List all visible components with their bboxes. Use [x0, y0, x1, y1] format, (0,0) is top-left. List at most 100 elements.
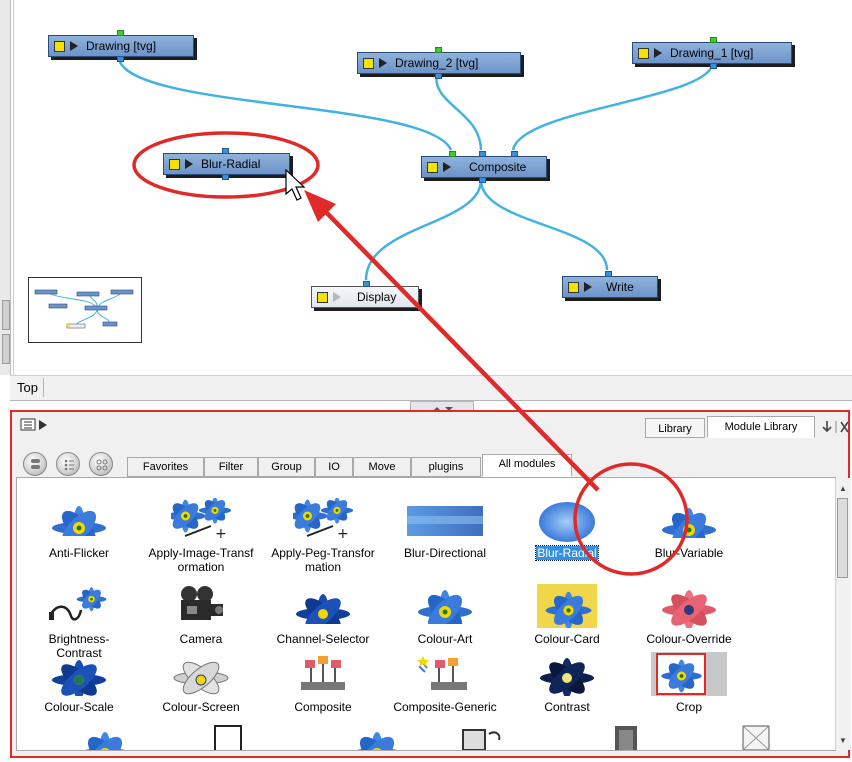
play-arrow-icon [333, 292, 341, 302]
module-apply-peg-transformation[interactable]: + Apply-Peg-Transfor mation [269, 498, 377, 574]
view-mode-icons-list[interactable] [56, 452, 80, 476]
contrast-icon [540, 658, 594, 696]
module-colour-override[interactable]: Colour-Override [635, 584, 743, 646]
module-anti-flicker[interactable]: Anti-Flicker [25, 498, 133, 560]
module-contrast[interactable]: Contrast [513, 652, 621, 714]
navigator-minimap[interactable] [28, 277, 142, 343]
play-arrow-icon [379, 58, 387, 68]
port-in[interactable] [222, 148, 229, 154]
module-brightness-contrast[interactable]: Brightness-Contrast [25, 584, 133, 660]
view-tab-top[interactable]: Top [12, 378, 44, 397]
module-label: Colour-Screen [162, 700, 240, 714]
module-label: Composite [294, 700, 352, 714]
partial-module-icon [350, 731, 404, 750]
module-apply-image-transformation[interactable]: + Apply-Image-Transf ormation [147, 498, 255, 574]
module-camera[interactable]: Camera [147, 584, 255, 646]
anti-flicker-icon [49, 505, 109, 542]
tab-favorites[interactable]: Favorites [127, 457, 204, 477]
node-drawing[interactable]: Drawing [tvg] [48, 30, 194, 62]
panel-menu-icon[interactable] [20, 418, 54, 432]
module-blur-radial[interactable]: Blur-Radial [513, 498, 621, 561]
scroll-up-icon[interactable]: ▲ [838, 484, 848, 494]
port-in[interactable] [117, 30, 124, 36]
port-out[interactable] [479, 177, 486, 183]
module-composite[interactable]: Composite [269, 652, 377, 714]
svg-text:+: + [337, 526, 349, 542]
module-label: Channel-Selector [276, 632, 370, 646]
node-blur-radial[interactable]: Blur-Radial [163, 148, 290, 180]
node-label: Composite [469, 160, 527, 174]
node-label: Blur-Radial [201, 157, 261, 171]
tab-library[interactable]: Library [645, 418, 705, 438]
module-label: Composite-Generic [393, 700, 497, 714]
module-colour-scale[interactable]: Colour-Scale [25, 652, 133, 714]
tab-plugins[interactable]: plugins [411, 457, 481, 477]
colour-override-icon [662, 590, 716, 628]
port-in-1[interactable] [449, 151, 456, 157]
node-label: Drawing [tvg] [86, 39, 157, 53]
node-toggle-icon[interactable] [638, 47, 649, 59]
node-composite[interactable]: Composite [421, 151, 547, 183]
node-toggle-icon[interactable] [363, 57, 374, 69]
port-out[interactable] [710, 63, 717, 69]
module-label: Anti-Flicker [48, 546, 109, 560]
channel-selector-icon [293, 592, 353, 628]
tab-all-modules[interactable]: All modules [482, 454, 572, 477]
module-blur-directional[interactable]: Blur-Directional [391, 498, 499, 560]
composite-generic-icon [417, 656, 467, 690]
play-arrow-icon [584, 282, 592, 292]
module-label: Colour-Card [534, 632, 600, 646]
node-write[interactable]: Write [562, 271, 658, 298]
node-toggle-icon[interactable] [169, 158, 180, 170]
node-drawing-1[interactable]: Drawing_1 [tvg] [632, 37, 792, 69]
partial-module-icon [742, 725, 770, 750]
port-in-3[interactable] [511, 151, 518, 157]
panel-controls[interactable] [819, 418, 849, 436]
node-toggle-icon[interactable] [568, 281, 579, 293]
port-in[interactable] [710, 37, 717, 43]
scroll-thumb[interactable] [837, 498, 848, 578]
scroll-down-icon[interactable]: ▼ [838, 736, 848, 746]
port-in[interactable] [363, 281, 370, 287]
svg-text:+: + [215, 526, 227, 542]
module-label: Colour-Override [646, 632, 732, 646]
tab-io[interactable]: IO [315, 457, 353, 477]
view-mode-icons-large[interactable] [23, 452, 47, 476]
node-label: Drawing_1 [tvg] [670, 46, 754, 60]
partial-module-icon [78, 731, 132, 750]
module-colour-card[interactable]: Colour-Card [513, 584, 621, 646]
colour-card-icon [537, 584, 597, 628]
view-mode-icons-small[interactable] [89, 452, 113, 476]
partial-module-icon [615, 726, 637, 750]
node-toggle-icon[interactable] [427, 161, 438, 173]
module-colour-screen[interactable]: Colour-Screen [147, 652, 255, 714]
node-toggle-icon[interactable] [54, 40, 65, 52]
composite-icon [301, 656, 345, 690]
node-view[interactable]: Drawing [tvg] Drawing_2 [tvg] Drawing_1 … [0, 0, 852, 375]
node-label: Display [357, 290, 397, 304]
wire-composite-display [364, 179, 483, 281]
node-display[interactable]: Display [311, 281, 419, 308]
tab-module-library[interactable]: Module Library [707, 416, 815, 438]
module-crop[interactable]: Crop [635, 652, 743, 714]
node-drawing-2[interactable]: Drawing_2 [tvg] [357, 47, 521, 79]
port-in[interactable] [435, 47, 442, 53]
port-out[interactable] [117, 56, 124, 62]
partial-module-icon [462, 729, 501, 750]
wire-composite-write [479, 179, 609, 271]
tab-group[interactable]: Group [258, 457, 315, 477]
play-arrow-icon [70, 41, 78, 51]
port-in[interactable] [605, 271, 612, 277]
port-out[interactable] [435, 73, 442, 79]
module-composite-generic[interactable]: Composite-Generic [391, 652, 499, 714]
port-in-2[interactable] [479, 151, 486, 157]
tab-filter[interactable]: Filter [204, 457, 258, 477]
module-colour-art[interactable]: Colour-Art [391, 584, 499, 646]
module-channel-selector[interactable]: Channel-Selector [269, 584, 377, 646]
node-toggle-icon[interactable] [317, 291, 328, 303]
module-label: Blur-Directional [403, 546, 487, 560]
tab-move[interactable]: Move [353, 457, 411, 477]
port-out[interactable] [222, 174, 229, 180]
module-blur-variable[interactable]: Blur-Variable [635, 498, 743, 560]
wire-drawing1-composite [511, 65, 714, 151]
